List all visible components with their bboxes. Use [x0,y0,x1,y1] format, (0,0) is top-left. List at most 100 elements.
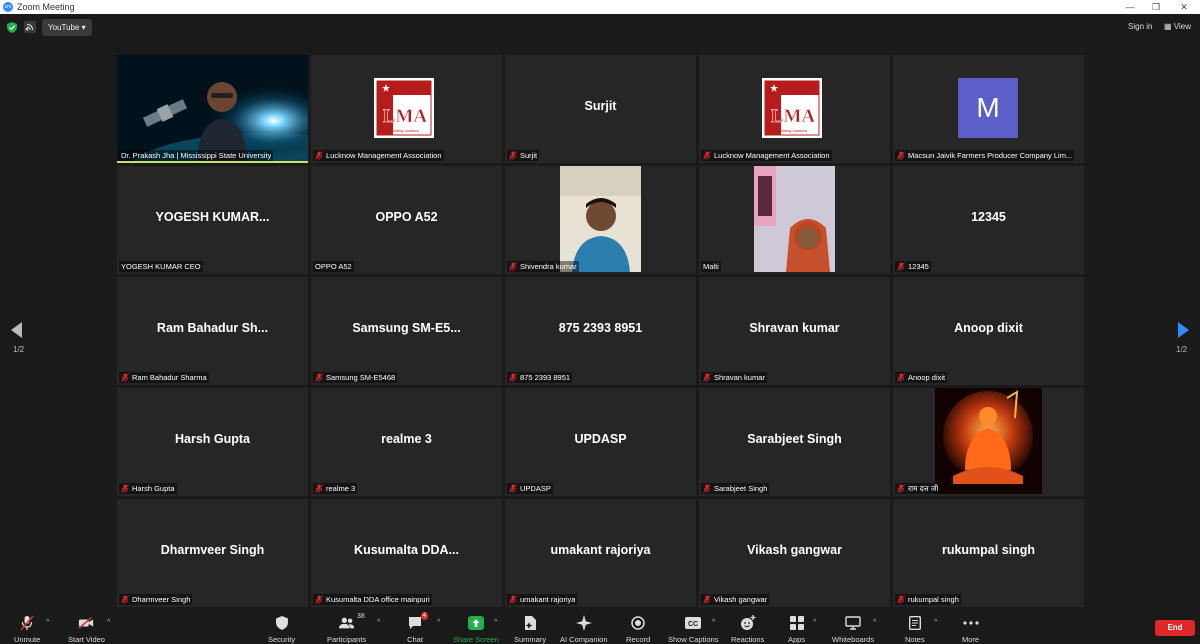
participant-tile[interactable]: Vikash gangwar Vikash gangwar [699,499,890,607]
svg-text:Building Leaders: Building Leaders [389,128,419,133]
previous-page-icon[interactable] [11,322,22,338]
participant-tile[interactable]: Shivendra kumar [505,166,696,274]
next-page-icon[interactable] [1178,322,1189,338]
notes-caret-icon[interactable]: ^ [934,619,937,626]
participant-tile[interactable]: rukumpal singh rukumpal singh [893,499,1084,607]
more-button[interactable]: More [962,610,979,644]
restore-icon[interactable]: ❐ [1142,0,1170,14]
sparkle-icon [575,615,592,631]
participant-tile[interactable]: राम दत्त जी [893,388,1084,496]
participant-name-label: OPPO A52 [313,261,354,272]
participant-name-label: Harsh Gupta [119,483,177,494]
sign-in-link[interactable]: Sign in [1128,22,1152,31]
share-caret-icon[interactable]: ^ [494,619,497,626]
participant-tile[interactable]: Dharmveer Singh Dharmveer Singh [117,499,308,607]
participant-name-label: Shivendra kumar [507,261,579,272]
security-label: Security [268,635,296,644]
participant-name-label: Dharmveer Singh [119,594,193,605]
record-button[interactable]: Record [626,610,650,644]
reactions-label: Reactions [731,635,765,644]
mic-muted-icon [703,373,714,382]
youtube-label: YouTube [48,23,80,32]
participant-tile[interactable]: Shravan kumar Shravan kumar [699,277,890,385]
view-button[interactable]: ▦ View [1164,22,1191,31]
notes-icon [907,615,923,631]
participant-tile[interactable]: LMA Building Leaders Lucknow Management As… [311,55,502,163]
participant-name-text: realme 3 [326,484,356,493]
mic-muted-icon [121,595,132,604]
apps-icon [789,615,805,631]
participant-tile[interactable]: Harsh Gupta Harsh Gupta [117,388,308,496]
participant-tile[interactable]: UPDASP UPDASP [505,388,696,496]
participant-tile[interactable]: OPPO A52 OPPO A52 [311,166,502,274]
participant-name-text: Shravan kumar [714,373,765,382]
participant-tile[interactable]: Sarabjeet Singh Sarabjeet Singh [699,388,890,496]
participant-tile[interactable]: Dr. Prakash Jha | Mississippi State Univ… [117,55,308,163]
summary-icon [522,615,538,631]
chat-button[interactable]: 4 Chat [407,610,428,644]
security-shield-icon [274,615,290,631]
participant-name-label: realme 3 [313,483,358,494]
participant-tile[interactable]: Ram Bahadur Sh... Ram Bahadur Sharma [117,277,308,385]
mic-muted-icon [121,373,132,382]
participant-tile[interactable]: LMA Building Leaders Lucknow Management As… [699,55,890,163]
connection-icon[interactable] [24,21,36,33]
ellipsis-icon [962,615,979,631]
mic-muted-icon [703,484,714,493]
reactions-button[interactable]: Reactions [731,610,764,644]
participant-name-label: राम दत्त जी [895,483,941,494]
chat-unread-badge: 4 [420,612,428,620]
ai-companion-button[interactable]: AI Companion [560,610,608,644]
unmute-button[interactable]: Unmute [14,610,40,644]
captions-caret-icon[interactable]: ^ [712,619,715,626]
participant-name-text: Vikash gangwar [714,595,768,604]
participant-tile[interactable]: Malti [699,166,890,274]
start-video-label: Start Video [68,635,105,644]
participant-display-name: 12345 [971,210,1006,224]
participant-name-text: राम दत्त जी [908,484,939,493]
participant-tile[interactable]: Kusumalta DDA... Kusumalta DDA office mai… [311,499,502,607]
share-screen-button[interactable]: Share Screen [453,610,499,644]
mic-muted-icon [121,484,132,493]
whiteboards-caret-icon[interactable]: ^ [873,619,876,626]
close-icon[interactable]: ✕ [1170,0,1198,14]
video-options-caret-icon[interactable]: ^ [107,619,110,626]
minimize-icon[interactable]: — [1116,0,1144,14]
whiteboards-button[interactable]: Whiteboards [832,610,874,644]
view-label: View [1173,22,1191,31]
start-video-button[interactable]: Start Video [68,610,105,644]
apps-caret-icon[interactable]: ^ [813,619,816,626]
chat-icon: 4 [407,612,428,631]
notes-button[interactable]: Notes [905,610,925,644]
participant-tile[interactable]: M Macsun Jaivik Farmers Producer Company … [893,55,1084,163]
chat-caret-icon[interactable]: ^ [437,619,440,626]
participant-name-text: Harsh Gupta [132,484,175,493]
security-button[interactable]: Security [268,610,295,644]
participant-name-text: YOGESH KUMAR CEO [121,262,201,271]
shield-icon[interactable] [7,22,17,33]
participant-tile[interactable]: Surjit Surjit [505,55,696,163]
participant-name-text: UPDASP [520,484,551,493]
show-captions-button[interactable]: CC Show Captions [668,610,718,644]
participant-display-name: Sarabjeet Singh [747,432,842,446]
mic-muted-icon [315,151,326,160]
youtube-stream-button[interactable]: YouTube ▾ [42,19,92,36]
participant-tile[interactable]: Samsung SM-E5... Samsung SM-E5468 [311,277,502,385]
participant-tile[interactable]: YOGESH KUMAR... YOGESH KUMAR CEO [117,166,308,274]
mic-muted-icon [315,373,326,382]
participant-display-name: Vikash gangwar [747,543,842,557]
end-meeting-button[interactable]: End [1155,620,1195,636]
participants-caret-icon[interactable]: ^ [377,619,380,626]
apps-button[interactable]: Apps [788,610,805,644]
more-label: More [962,635,980,644]
participant-tile[interactable]: realme 3 realme 3 [311,388,502,496]
participant-tile[interactable]: 12345 12345 [893,166,1084,274]
apps-label: Apps [788,635,806,644]
window-titlebar: zm Zoom Meeting — ❐ ✕ [0,0,1200,14]
summary-button[interactable]: Summary [514,610,546,644]
participant-tile[interactable]: Anoop dixit Anoop dixit [893,277,1084,385]
audio-options-caret-icon[interactable]: ^ [46,619,49,626]
participant-tile[interactable]: umakant rajoriya umakant rajoriya [505,499,696,607]
participant-tile[interactable]: 875 2393 8951 875 2393 8951 [505,277,696,385]
mic-muted-icon [703,595,714,604]
